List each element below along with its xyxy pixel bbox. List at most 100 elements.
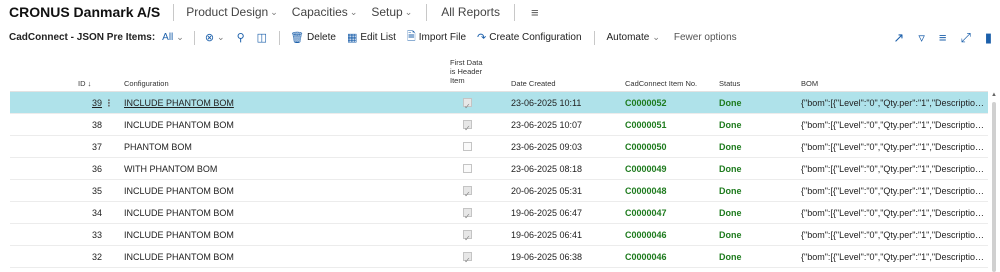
- cell-first-data[interactable]: [463, 246, 473, 268]
- nav-item-product-design[interactable]: Product Design ⌄: [186, 5, 278, 19]
- cell-first-data[interactable]: [463, 224, 473, 246]
- table-body: 39⋮ INCLUDE PHANTOM BOM 23-06-2025 10:11 C0…: [10, 92, 988, 268]
- row-actions-icon[interactable]: ⋮: [104, 92, 114, 114]
- cell-item-no[interactable]: C0000046: [625, 224, 715, 246]
- cell-item-no[interactable]: C0000049: [625, 158, 715, 180]
- first-data-checkbox[interactable]: [463, 96, 472, 114]
- cell-date-created: 23-06-2025 09:03: [511, 142, 583, 152]
- column-header-configuration[interactable]: Configuration: [124, 79, 169, 88]
- cell-date-created: 19-06-2025 06:38: [511, 252, 583, 262]
- vertical-scrollbar[interactable]: ▲: [990, 92, 998, 272]
- cell-bom: {"bom":[{"Level":"0","Qty.per":"1","Desc…: [801, 142, 986, 152]
- cell-first-data[interactable]: [463, 180, 473, 202]
- cell-id[interactable]: 37: [62, 136, 102, 158]
- nav-divider: [513, 3, 515, 21]
- chevron-down-icon: ⌄: [652, 32, 660, 42]
- cell-first-data[interactable]: [463, 136, 473, 158]
- cell-configuration[interactable]: WITH PHANTOM BOM: [124, 158, 444, 180]
- automate-label: Automate: [606, 32, 650, 43]
- cell-status: Done: [719, 98, 742, 108]
- table-row[interactable]: 38 INCLUDE PHANTOM BOM 23-06-2025 10:07 C00…: [10, 114, 988, 136]
- cell-first-data[interactable]: [463, 202, 473, 224]
- delete-button[interactable]: 🗑 Delete: [290, 31, 336, 44]
- cell-id[interactable]: 35: [62, 180, 102, 202]
- cell-configuration[interactable]: PHANTOM BOM: [124, 136, 444, 158]
- table-row[interactable]: 37 PHANTOM BOM 23-06-2025 09:03 C0000050 Don…: [10, 136, 988, 158]
- scroll-up-icon[interactable]: ▲: [990, 92, 998, 98]
- cell-configuration[interactable]: INCLUDE PHANTOM BOM: [124, 114, 444, 136]
- column-header-line: is Header: [450, 67, 483, 76]
- first-data-checkbox[interactable]: [463, 228, 472, 246]
- bookmark-icon[interactable]: ▮: [985, 30, 992, 46]
- column-header-item-no[interactable]: CadConnect Item No.: [625, 79, 697, 88]
- table-row[interactable]: 32 INCLUDE PHANTOM BOM 19-06-2025 06:38 C00…: [10, 246, 988, 268]
- all-reports-link[interactable]: All Reports: [441, 5, 500, 19]
- create-configuration-button[interactable]: ↷ Create Configuration: [477, 31, 582, 44]
- filter-view-button[interactable]: ⊗ ⌄: [205, 31, 225, 44]
- cell-item-no[interactable]: C0000052: [625, 92, 715, 114]
- cell-item-no[interactable]: C0000051: [625, 114, 715, 136]
- column-header-first-data[interactable]: First Data is Header Item: [450, 58, 483, 85]
- cell-configuration[interactable]: INCLUDE PHANTOM BOM: [124, 246, 444, 268]
- filter-icon[interactable]: ▿: [918, 30, 925, 46]
- scrollbar-thumb[interactable]: [992, 102, 996, 272]
- table-row[interactable]: 35 INCLUDE PHANTOM BOM 20-06-2025 05:31 C00…: [10, 180, 988, 202]
- search-button[interactable]: ⚲: [237, 31, 245, 44]
- cell-bom: {"bom":[{"Level":"0","Qty.per":"1","Desc…: [801, 208, 986, 218]
- cell-id[interactable]: 38: [62, 114, 102, 136]
- table-row[interactable]: 33 INCLUDE PHANTOM BOM 19-06-2025 06:41 C00…: [10, 224, 988, 246]
- cell-date-created: 23-06-2025 08:18: [511, 164, 583, 174]
- cell-bom: {"bom":[{"Level":"0","Qty.per":"1","Desc…: [801, 186, 986, 196]
- nav-divider: [173, 3, 175, 21]
- first-data-checkbox[interactable]: [463, 206, 472, 224]
- cell-item-no[interactable]: C0000046: [625, 246, 715, 268]
- cell-configuration[interactable]: INCLUDE PHANTOM BOM: [124, 224, 444, 246]
- first-data-checkbox[interactable]: [463, 250, 472, 268]
- cell-id[interactable]: 32: [62, 246, 102, 268]
- company-name[interactable]: CRONUS Danmark A/S: [0, 4, 160, 20]
- cell-configuration[interactable]: INCLUDE PHANTOM BOM: [124, 180, 444, 202]
- cell-id[interactable]: 39: [62, 92, 102, 114]
- column-header-id[interactable]: ID ↓: [78, 79, 91, 88]
- table-header: ID ↓ Configuration First Data is Header …: [0, 52, 1000, 92]
- cell-configuration[interactable]: INCLUDE PHANTOM BOM: [124, 202, 444, 224]
- cell-id[interactable]: 34: [62, 202, 102, 224]
- table-row[interactable]: 39⋮ INCLUDE PHANTOM BOM 23-06-2025 10:11 C0…: [10, 92, 988, 114]
- list-icon[interactable]: ≡: [939, 30, 947, 45]
- cell-first-data[interactable]: [463, 114, 473, 136]
- automate-menu[interactable]: Automate ⌄: [607, 32, 660, 43]
- first-data-checkbox[interactable]: [463, 142, 472, 152]
- column-header-date-created[interactable]: Date Created: [511, 79, 556, 88]
- column-header-status[interactable]: Status: [719, 79, 740, 88]
- share-icon[interactable]: ↗: [893, 30, 904, 46]
- table-row[interactable]: 34 INCLUDE PHANTOM BOM 19-06-2025 06:47 C00…: [10, 202, 988, 224]
- cell-status: Done: [719, 208, 742, 218]
- cell-item-no[interactable]: C0000050: [625, 136, 715, 158]
- layout-button[interactable]: ◫: [257, 31, 267, 44]
- top-navigation: CRONUS Danmark A/S Product Design ⌄ Capac…: [0, 0, 1000, 24]
- cell-id[interactable]: 33: [62, 224, 102, 246]
- first-data-checkbox[interactable]: [463, 184, 472, 202]
- cell-configuration[interactable]: INCLUDE PHANTOM BOM: [124, 92, 444, 114]
- cell-item-no[interactable]: C0000048: [625, 180, 715, 202]
- edit-list-button[interactable]: ▦ Edit List: [347, 31, 396, 44]
- fewer-options-button[interactable]: Fewer options: [674, 32, 737, 43]
- table-row[interactable]: 36 WITH PHANTOM BOM 23-06-2025 08:18 C00000…: [10, 158, 988, 180]
- trash-icon: 🗑: [290, 32, 305, 44]
- nav-item-setup[interactable]: Setup ⌄: [371, 5, 412, 19]
- cell-id[interactable]: 36: [62, 158, 102, 180]
- column-header-bom[interactable]: BOM: [801, 79, 818, 88]
- import-file-button[interactable]: 🗎 Import File: [407, 28, 466, 47]
- expand-icon[interactable]: ⤢: [960, 30, 970, 46]
- filter-view-selector[interactable]: All ⌄: [162, 32, 184, 43]
- cell-first-data[interactable]: [463, 158, 473, 180]
- chevron-down-icon: ⌄: [404, 6, 413, 17]
- hamburger-icon[interactable]: ≡: [531, 5, 539, 20]
- action-divider: [593, 30, 595, 45]
- nav-item-capacities[interactable]: Capacities ⌄: [292, 5, 358, 19]
- first-data-checkbox[interactable]: [463, 164, 472, 174]
- first-data-checkbox[interactable]: [463, 118, 472, 136]
- cell-first-data[interactable]: [463, 92, 473, 114]
- cell-status: Done: [719, 164, 742, 174]
- cell-item-no[interactable]: C0000047: [625, 202, 715, 224]
